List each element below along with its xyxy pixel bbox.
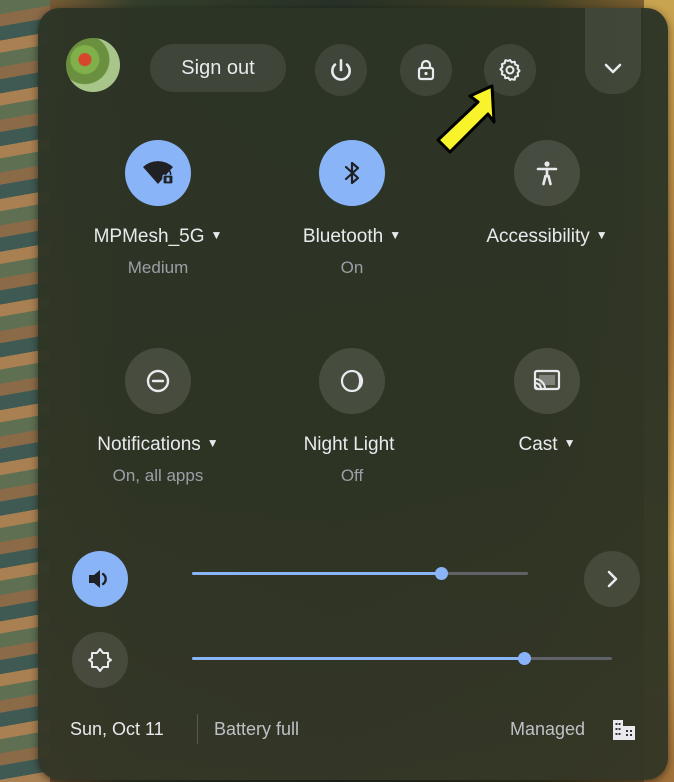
wifi-locked-icon — [143, 161, 174, 185]
tile-sublabel: On — [340, 258, 364, 277]
quick-settings-panel: Sign out MPMesh_5G ▼ Medium Bluetooth ▼ … — [38, 8, 668, 780]
bluetooth-icon — [344, 161, 360, 185]
tile-sublabel: Off — [340, 466, 364, 485]
managed-label[interactable]: Managed — [510, 719, 585, 740]
date-label[interactable]: Sun, Oct 11 — [70, 719, 164, 740]
tile-sublabel: Medium — [127, 258, 189, 277]
power-button[interactable] — [315, 44, 367, 96]
tile-cast[interactable]: Cast ▼ — [452, 348, 642, 486]
brightness-slider-fill — [192, 657, 524, 660]
bluetooth-toggle[interactable] — [319, 140, 385, 206]
volume-icon — [89, 570, 107, 588]
footer-divider — [197, 714, 198, 744]
sign-out-button[interactable]: Sign out — [150, 44, 286, 92]
brightness-button[interactable] — [72, 632, 128, 688]
brightness-slider-thumb[interactable] — [518, 652, 531, 665]
brightness-icon — [88, 648, 112, 672]
tile-sublabel: On, all apps — [112, 466, 204, 485]
tile-sublabel — [452, 258, 642, 278]
chevron-down-icon — [604, 63, 622, 74]
lock-icon — [417, 59, 435, 81]
chevron-right-icon — [607, 570, 618, 588]
night-light-toggle[interactable] — [319, 348, 385, 414]
accessibility-toggle[interactable] — [514, 140, 580, 206]
notifications-toggle[interactable] — [125, 348, 191, 414]
night-light-icon — [340, 369, 364, 393]
network-toggle[interactable] — [125, 140, 191, 206]
tile-label[interactable]: MPMesh_5G ▼ — [63, 226, 253, 248]
tile-accessibility[interactable]: Accessibility ▼ — [452, 140, 642, 278]
volume-mute-button[interactable] — [72, 551, 128, 607]
tile-night-light[interactable]: Night Light Off — [257, 348, 447, 486]
accessibility-icon — [536, 161, 558, 186]
collapse-button[interactable] — [585, 8, 641, 94]
tile-network[interactable]: MPMesh_5G ▼ Medium — [63, 140, 253, 278]
tile-notifications[interactable]: Notifications ▼ On, all apps — [63, 348, 253, 486]
do-not-disturb-icon — [146, 369, 170, 393]
tile-bluetooth[interactable]: Bluetooth ▼ On — [257, 140, 447, 278]
tile-label[interactable]: Night Light — [257, 434, 447, 456]
tile-sublabel — [452, 466, 642, 486]
cast-toggle[interactable] — [514, 348, 580, 414]
brightness-slider[interactable] — [192, 652, 612, 665]
avatar[interactable] — [66, 38, 120, 92]
volume-slider[interactable] — [192, 567, 528, 580]
volume-slider-thumb[interactable] — [435, 567, 448, 580]
pointer-arrow-icon — [436, 84, 496, 154]
volume-slider-fill — [192, 572, 441, 575]
battery-status[interactable]: Battery full — [214, 719, 299, 740]
tile-label[interactable]: Accessibility ▼ — [452, 226, 642, 248]
power-icon — [331, 58, 351, 81]
tile-label[interactable]: Notifications ▼ — [63, 434, 253, 456]
tile-label[interactable]: Cast ▼ — [452, 434, 642, 456]
building-icon — [613, 720, 635, 740]
tile-label[interactable]: Bluetooth ▼ — [257, 226, 447, 248]
cast-icon — [533, 369, 561, 391]
audio-settings-button[interactable] — [584, 551, 640, 607]
